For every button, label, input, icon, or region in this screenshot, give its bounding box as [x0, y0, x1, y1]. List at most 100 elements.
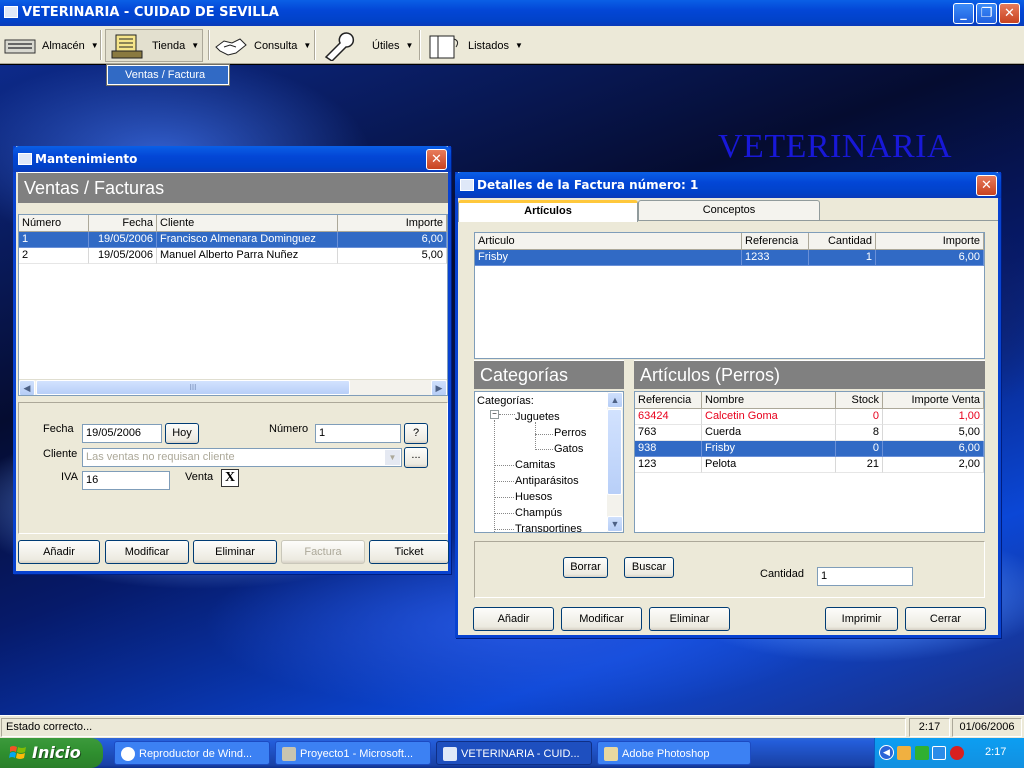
chevron-down-icon[interactable]: ▼ [385, 450, 400, 465]
tree-item-antiparasitos[interactable]: Antiparásitos [515, 475, 579, 487]
col-importe[interactable]: Importe [338, 215, 447, 231]
ventas-grid[interactable]: Número Fecha Cliente Importe 1 19/05/200… [18, 214, 448, 396]
ventas-banner: Ventas / Facturas [18, 172, 448, 203]
col-fecha[interactable]: Fecha [89, 215, 157, 231]
tray-app-icon[interactable] [915, 746, 929, 760]
table-row[interactable]: 763 Cuerda 8 5,00 [635, 425, 984, 441]
detalles-anadir-button[interactable]: Añadir [473, 607, 554, 631]
col-cantidad[interactable]: Cantidad [809, 233, 876, 249]
scroll-up-icon[interactable]: ▲ [607, 392, 623, 408]
table-row[interactable]: 938 Frisby 0 6,00 [635, 441, 984, 457]
menu-listados[interactable]: Listados ▼ [426, 29, 523, 62]
restore-button[interactable]: ❐ [976, 3, 997, 24]
tree-item-huesos[interactable]: Huesos [515, 491, 552, 503]
tray-expand-icon[interactable]: ◀ [879, 745, 894, 760]
tray-clock[interactable]: 2:17 [985, 746, 1006, 758]
venta-checkbox[interactable]: X [221, 469, 239, 487]
app-title: VETERINARIA - CUIDAD DE SEVILLA [22, 5, 279, 20]
window-icon [18, 153, 32, 165]
imprimir-button[interactable]: Imprimir [825, 607, 898, 631]
scroll-thumb[interactable] [607, 409, 622, 495]
taskbar-item-veterinaria[interactable]: VETERINARIA - CUID... [436, 741, 592, 765]
iva-input[interactable]: 16 [82, 471, 170, 490]
cliente-placeholder: Las ventas no requisan cliente [86, 451, 235, 463]
cell-referencia: 938 [635, 441, 702, 457]
cell-importe: 5,00 [883, 425, 984, 441]
tab-conceptos[interactable]: Conceptos [638, 200, 820, 220]
table-row[interactable]: Frisby 1233 1 6,00 [475, 250, 984, 266]
cantidad-input[interactable]: 1 [817, 567, 913, 586]
brand-title: VETERINARIA [718, 128, 953, 165]
numero-input[interactable]: 1 [315, 424, 401, 443]
tray-app-icon[interactable] [950, 746, 964, 760]
articulos-grid[interactable]: Referencia Nombre Stock Importe Venta 63… [634, 391, 985, 533]
tree-item-juguetes[interactable]: Juguetes [515, 411, 560, 423]
numero-help-button[interactable]: ? [404, 423, 428, 444]
tree-item-gatos[interactable]: Gatos [554, 443, 583, 455]
tree-item-camitas[interactable]: Camitas [515, 459, 555, 471]
cliente-browse-button[interactable]: ... [404, 447, 428, 468]
col-referencia[interactable]: Referencia [742, 233, 809, 249]
cliente-select[interactable]: Las ventas no requisan cliente ▼ [82, 448, 402, 467]
cell-articulo: Frisby [475, 250, 742, 266]
taskbar-item-proyecto1[interactable]: Proyecto1 - Microsoft... [275, 741, 431, 765]
tree-item-transportines[interactable]: Transportines [515, 523, 582, 532]
detalles-close-button[interactable]: ✕ [976, 175, 997, 196]
borrar-button[interactable]: Borrar [563, 557, 608, 578]
tray-app-icon[interactable] [932, 746, 946, 760]
anadir-button[interactable]: Añadir [18, 540, 100, 564]
buscar-button[interactable]: Buscar [624, 557, 674, 578]
menu-consulta[interactable]: Consulta ▼ [214, 29, 311, 62]
col-referencia[interactable]: Referencia [635, 392, 702, 408]
factura-button[interactable]: Factura [281, 540, 365, 564]
minimize-button[interactable]: _ [953, 3, 974, 24]
collapse-icon[interactable]: − [490, 410, 499, 419]
table-row[interactable]: 63424 Calcetin Goma 0 1,00 [635, 409, 984, 425]
menu-tienda[interactable]: Tienda ▼ [105, 29, 203, 62]
ticket-button[interactable]: Ticket [369, 540, 449, 564]
col-numero[interactable]: Número [19, 215, 89, 231]
menu-almacen[interactable]: Almacén ▼ [4, 29, 99, 62]
tray-app-icon[interactable] [897, 746, 911, 760]
tree-scrollbar[interactable]: ▲ ▼ [607, 392, 623, 532]
fecha-input[interactable]: 19/05/2006 [82, 424, 162, 443]
col-stock[interactable]: Stock [836, 392, 883, 408]
menu-item-ventas-factura[interactable]: Ventas / Factura [106, 64, 230, 86]
scroll-down-icon[interactable]: ▼ [607, 516, 623, 532]
categorias-banner: Categorías [474, 360, 624, 389]
taskbar-item-media-player[interactable]: Reproductor de Wind... [114, 741, 270, 765]
menu-utiles[interactable]: Útiles ▼ [320, 29, 413, 62]
numero-label: Número [269, 423, 309, 435]
table-row[interactable]: 123 Pelota 21 2,00 [635, 457, 984, 473]
scroll-left-icon[interactable]: ◀ [19, 380, 35, 395]
scroll-thumb[interactable]: III [36, 380, 350, 395]
start-button[interactable]: Inicio [0, 738, 103, 768]
cerrar-button[interactable]: Cerrar [905, 607, 986, 631]
table-row[interactable]: 2 19/05/2006 Manuel Alberto Parra Nuñez … [19, 248, 447, 264]
tree-item-champus[interactable]: Champús [515, 507, 562, 519]
mantenimiento-close-button[interactable]: ✕ [426, 149, 447, 170]
hoy-button[interactable]: Hoy [165, 423, 199, 444]
tab-articulos[interactable]: Artículos [458, 200, 638, 222]
modificar-button[interactable]: Modificar [105, 540, 189, 564]
cell-importe: 5,00 [338, 248, 447, 264]
categorias-tree[interactable]: Categorías: − Juguetes Perros Gatos Cami… [474, 391, 624, 533]
status-bar: Estado correcto... 2:17 01/06/2006 [0, 715, 1024, 738]
col-importe-venta[interactable]: Importe Venta [883, 392, 984, 408]
close-button[interactable]: ✕ [999, 3, 1020, 24]
invoice-lines-grid[interactable]: Articulo Referencia Cantidad Importe Fri… [474, 232, 985, 359]
col-cliente[interactable]: Cliente [157, 215, 338, 231]
col-importe[interactable]: Importe [876, 233, 984, 249]
scroll-right-icon[interactable]: ▶ [431, 380, 447, 395]
col-nombre[interactable]: Nombre [702, 392, 836, 408]
horizontal-scrollbar[interactable]: ◀ III ▶ [19, 379, 447, 395]
detalles-eliminar-button[interactable]: Eliminar [649, 607, 730, 631]
detalles-modificar-button[interactable]: Modificar [561, 607, 642, 631]
taskbar-item-photoshop[interactable]: Adobe Photoshop [597, 741, 751, 765]
cell-importe: 6,00 [338, 232, 447, 248]
table-row[interactable]: 1 19/05/2006 Francisco Almenara Domingue… [19, 232, 447, 248]
col-articulo[interactable]: Articulo [475, 233, 742, 249]
eliminar-button[interactable]: Eliminar [193, 540, 277, 564]
tree-item-perros[interactable]: Perros [554, 427, 586, 439]
detalles-title-bar: Detalles de la Factura número: 1 ✕ [455, 172, 1001, 198]
